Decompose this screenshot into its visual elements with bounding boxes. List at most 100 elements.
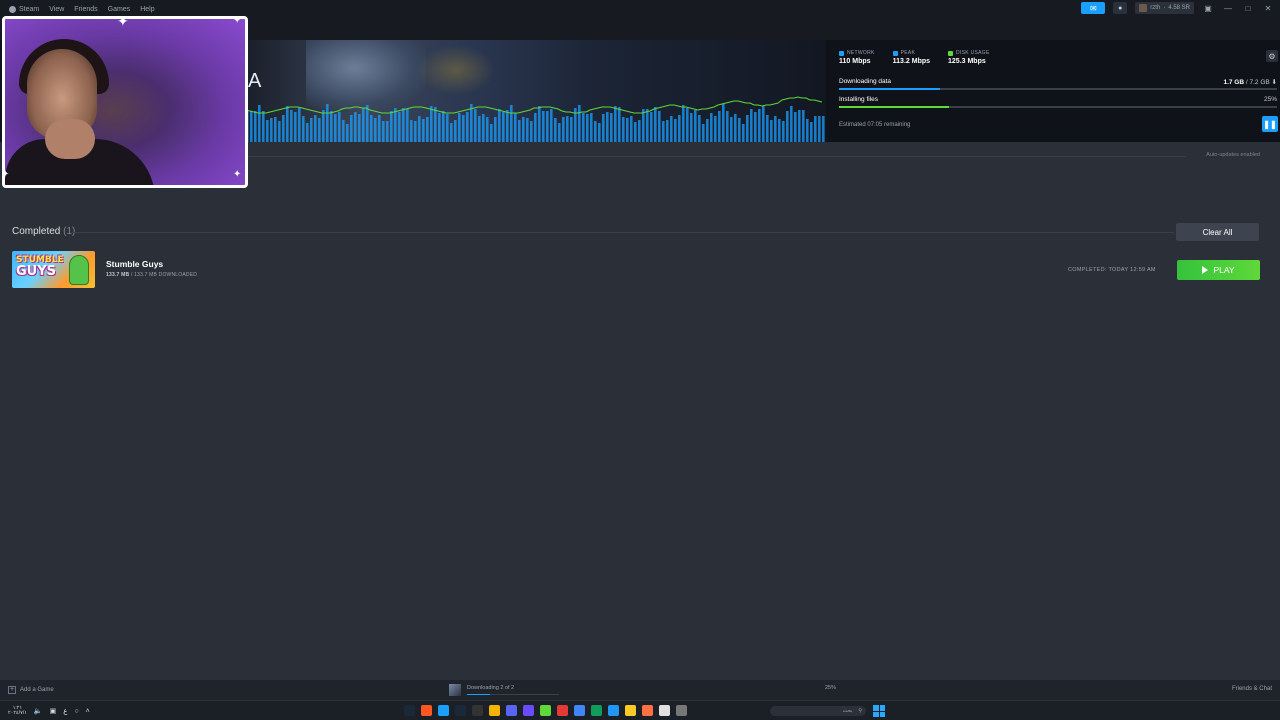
wallet-balance: 4.58 SR	[1168, 5, 1190, 11]
graph-bar	[582, 113, 585, 142]
taskbar-apps	[404, 705, 687, 716]
microphone-icon[interactable]: ○	[74, 708, 78, 715]
downloading-label: Downloading data	[839, 78, 892, 85]
webcam-overlay: ✦ ✦ ✦ ✦	[2, 16, 248, 188]
graph-bar	[254, 111, 257, 142]
graph-bar	[422, 119, 425, 142]
graph-bar	[394, 108, 397, 142]
mini-progress-bar	[467, 694, 490, 695]
stat-disk-usage: DISK USAGE 125.3 Mbps	[948, 50, 990, 65]
taskbar-app-icon[interactable]	[472, 705, 483, 716]
taskbar-app-icon[interactable]	[438, 705, 449, 716]
taskbar-app-icon[interactable]	[642, 705, 653, 716]
taskbar-app-icon[interactable]	[404, 705, 415, 716]
graph-bar	[482, 114, 485, 142]
add-game-button[interactable]: + Add a Game	[8, 686, 54, 694]
graph-bar	[638, 120, 641, 142]
graph-bar	[634, 122, 637, 142]
graph-bar	[286, 106, 289, 142]
graph-bar	[290, 110, 293, 142]
clock[interactable]: ١:٢١ ٢٠٢٤/٧/١	[8, 706, 27, 716]
graph-bar	[250, 111, 253, 142]
completed-heading: Completed (1)	[12, 226, 76, 237]
taskbar-app-icon[interactable]	[574, 705, 585, 716]
taskbar-app-icon[interactable]	[489, 705, 500, 716]
taskbar-app-icon[interactable]	[659, 705, 670, 716]
installing-progress-row: Installing files 25%	[839, 96, 1277, 108]
language-icon[interactable]: ع	[63, 707, 67, 715]
graph-bar	[426, 117, 429, 142]
game-title[interactable]: Stumble Guys	[106, 259, 163, 269]
graph-bar	[418, 116, 421, 142]
close-button[interactable]: ✕	[1262, 4, 1274, 13]
speaker-icon[interactable]: 🔈	[34, 707, 43, 715]
graph-bar	[718, 111, 721, 142]
restore-icon[interactable]: ▣	[1202, 4, 1214, 13]
menu-view[interactable]: View	[44, 6, 69, 13]
taskbar-app-icon[interactable]	[506, 705, 517, 716]
graph-bar	[654, 107, 657, 142]
download-total: / 7.2 GB	[1245, 79, 1270, 86]
clear-all-button[interactable]: Clear All	[1176, 223, 1259, 241]
menu-friends[interactable]: Friends	[69, 6, 102, 13]
graph-bar	[590, 113, 593, 142]
graph-bar	[346, 124, 349, 142]
graph-bar	[314, 115, 317, 142]
network-icon[interactable]: ▣	[50, 707, 57, 715]
taskbar-app-icon[interactable]	[455, 705, 466, 716]
graph-bar	[518, 120, 521, 142]
taskbar-app-icon[interactable]	[676, 705, 687, 716]
start-button[interactable]	[873, 705, 885, 717]
graph-bar	[746, 115, 749, 142]
taskbar-app-icon[interactable]	[591, 705, 602, 716]
notifications-button[interactable]: ●	[1113, 2, 1128, 14]
announcements-button[interactable]: ✉	[1081, 2, 1106, 14]
mini-percent: 25%	[825, 685, 837, 691]
graph-bar	[814, 116, 817, 142]
disk-usage-line	[246, 96, 823, 114]
pause-button[interactable]: ❚❚	[1262, 116, 1278, 132]
graph-bar	[550, 109, 553, 142]
menu-help[interactable]: Help	[135, 6, 159, 13]
graph-bar	[818, 116, 821, 142]
graph-bar	[578, 105, 581, 142]
account-menu[interactable]: rzth · 4.58 SR	[1135, 2, 1194, 14]
graph-bar	[614, 106, 617, 142]
taskbar-search[interactable]: بحث ⚲	[770, 706, 866, 716]
graph-bar	[274, 117, 277, 142]
graph-bar	[310, 118, 313, 142]
graph-bar	[454, 120, 457, 142]
menu-steam[interactable]: Steam	[4, 5, 44, 13]
minimize-button[interactable]: —	[1222, 4, 1234, 13]
graph-bar	[798, 110, 801, 142]
megaphone-icon: ✉	[1089, 3, 1097, 13]
graph-bar	[358, 114, 361, 142]
menu-games[interactable]: Games	[103, 6, 136, 13]
maximize-button[interactable]: □	[1242, 4, 1254, 13]
taskbar-app-icon[interactable]	[625, 705, 636, 716]
taskbar-app-icon[interactable]	[540, 705, 551, 716]
graph-bar	[622, 117, 625, 142]
sparkle-icon: ✦	[117, 16, 129, 29]
settings-gear-button[interactable]: ⚙	[1266, 50, 1278, 62]
game-thumbnail[interactable]: STUMBLE GUYS	[12, 251, 95, 288]
chevron-up-icon[interactable]: ˄	[86, 708, 90, 715]
graph-bar	[610, 113, 613, 142]
completed-timestamp: COMPLETED: TODAY 12:59 AM	[1068, 267, 1156, 273]
friends-chat-button[interactable]: Friends & Chat	[1232, 686, 1272, 692]
download-mini-status[interactable]: Downloading 2 of 2 25%	[449, 684, 839, 696]
graph-bar	[270, 118, 273, 142]
graph-bar	[514, 113, 517, 142]
taskbar-app-icon[interactable]	[557, 705, 568, 716]
graph-bar	[730, 117, 733, 142]
graph-bar	[486, 117, 489, 142]
graph-bar	[586, 114, 589, 142]
taskbar-app-icon[interactable]	[608, 705, 619, 716]
graph-bar	[510, 105, 513, 142]
graph-bar	[298, 108, 301, 142]
taskbar-app-icon[interactable]	[523, 705, 534, 716]
taskbar-app-icon[interactable]	[421, 705, 432, 716]
play-button[interactable]: PLAY	[1177, 260, 1260, 280]
graph-bar	[646, 109, 649, 142]
graph-bar	[566, 116, 569, 142]
